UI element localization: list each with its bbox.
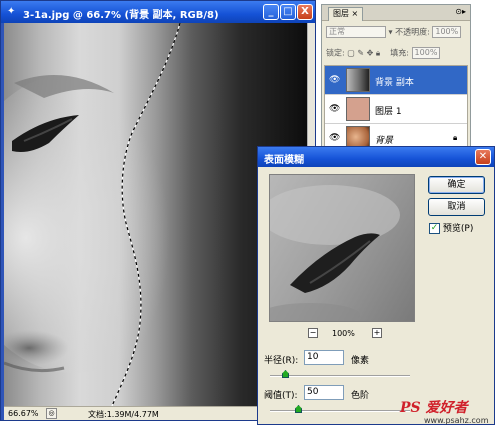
threshold-input[interactable]: 50: [304, 385, 344, 400]
lock-all-icon[interactable]: 🔒︎: [376, 49, 380, 58]
checkmark-icon[interactable]: ✓: [429, 223, 440, 234]
layer-name: 图层 1: [375, 107, 402, 117]
blend-mode-select[interactable]: 正常: [326, 26, 386, 38]
opacity-label: 不透明度:: [395, 27, 430, 37]
document-size-info: 文档:1.39M/4.77M: [88, 410, 159, 419]
panel-menu-icon[interactable]: ⊙▸: [455, 7, 466, 16]
threshold-unit: 色阶: [351, 391, 370, 401]
lock-label: 锁定:: [326, 48, 345, 58]
tab-close-icon[interactable]: ×: [352, 9, 359, 18]
maximize-button[interactable]: □: [280, 4, 296, 20]
document-title: 3-1a.jpg @ 66.7% (背景 副本, RGB/8): [23, 10, 219, 21]
preview-checkbox[interactable]: ✓ 预览(P): [429, 221, 489, 235]
eye-icon[interactable]: 👁︎: [329, 104, 341, 114]
site-watermark: PS 爱好者 www.psahz.com: [398, 397, 500, 429]
lock-row: 锁定: ▢ ✎ ✥ 🔒︎ 填充: 100%: [326, 47, 441, 59]
layer-row[interactable]: 👁︎ 背景 副本: [325, 66, 467, 95]
ok-button[interactable]: 确定: [428, 176, 485, 194]
close-button[interactable]: X: [297, 4, 313, 20]
layers-tabbar: 图层 × ⊙▸: [322, 5, 470, 21]
layer-name: 背景: [375, 136, 394, 146]
lock-move-icon[interactable]: ✥: [367, 49, 374, 58]
blend-row: 正常 ▾ 不透明度: 100%: [326, 26, 462, 38]
preview-zoom-value: 100%: [332, 329, 355, 338]
lock-transparent-icon[interactable]: ▢: [347, 49, 355, 58]
dialog-title: 表面模糊: [264, 155, 304, 166]
preview-zoom-controls: − 100% +: [305, 327, 385, 341]
layer-thumbnail: [346, 97, 370, 121]
cancel-button[interactable]: 取消: [428, 198, 485, 216]
threshold-slider-thumb[interactable]: [295, 405, 302, 413]
zoom-readout[interactable]: 66.67%: [8, 409, 39, 418]
eye-icon[interactable]: 👁︎: [329, 75, 341, 85]
radius-slider-track[interactable]: [270, 375, 410, 377]
document-titlebar[interactable]: ✦ 3-1a.jpg @ 66.7% (背景 副本, RGB/8) _ □ X: [1, 1, 315, 23]
lock-paint-icon[interactable]: ✎: [357, 49, 364, 58]
fill-field[interactable]: 100%: [411, 47, 441, 59]
surface-blur-dialog: 表面模糊 ✕ 确定 取消 ✓ 预览(P) − 100% + 半径(R): 10 …: [257, 146, 495, 425]
layers-panel: 图层 × ⊙▸ 正常 ▾ 不透明度: 100% 锁定: ▢ ✎ ✥ 🔒︎ 填充:…: [321, 4, 471, 154]
cheek-highlight: [4, 73, 194, 373]
radius-label: 半径(R):: [264, 356, 299, 366]
radius-slider-thumb[interactable]: [282, 370, 289, 378]
preview-image: [270, 185, 400, 321]
radius-unit: 像素: [351, 356, 370, 366]
threshold-label: 阈值(T):: [264, 391, 298, 401]
tab-layers[interactable]: 图层 ×: [328, 7, 364, 21]
threshold-slider-track[interactable]: [270, 410, 410, 412]
blend-dropdown-icon[interactable]: ▾: [389, 28, 393, 37]
dialog-titlebar[interactable]: 表面模糊 ✕: [258, 147, 494, 167]
zoom-in-button[interactable]: +: [372, 328, 382, 338]
minimize-button[interactable]: _: [263, 4, 279, 20]
lock-icon: 🔒︎: [453, 133, 458, 142]
eye-icon[interactable]: 👁︎: [329, 133, 341, 143]
radius-input[interactable]: 10: [304, 350, 344, 365]
layer-thumbnail: [346, 68, 370, 92]
layer-name: 背景 副本: [375, 78, 414, 88]
opacity-field[interactable]: 100%: [432, 26, 462, 38]
layer-row[interactable]: 👁︎ 图层 1: [325, 95, 467, 124]
preview-label: 预览(P): [442, 224, 474, 234]
watermark-logo: PS 爱好者: [400, 400, 468, 416]
tab-layers-label: 图层: [333, 9, 349, 18]
photoshop-doc-icon: ✦: [7, 6, 16, 17]
fill-label: 填充:: [390, 48, 409, 58]
status-menu-icon[interactable]: ◎: [46, 408, 57, 419]
zoom-out-button[interactable]: −: [308, 328, 318, 338]
layer-list: 👁︎ 背景 副本 👁︎ 图层 1 👁︎ 背景 🔒︎: [324, 65, 468, 153]
dialog-close-button[interactable]: ✕: [475, 149, 491, 165]
filter-preview[interactable]: [269, 174, 415, 322]
watermark-url: www.psahz.com: [424, 416, 489, 425]
